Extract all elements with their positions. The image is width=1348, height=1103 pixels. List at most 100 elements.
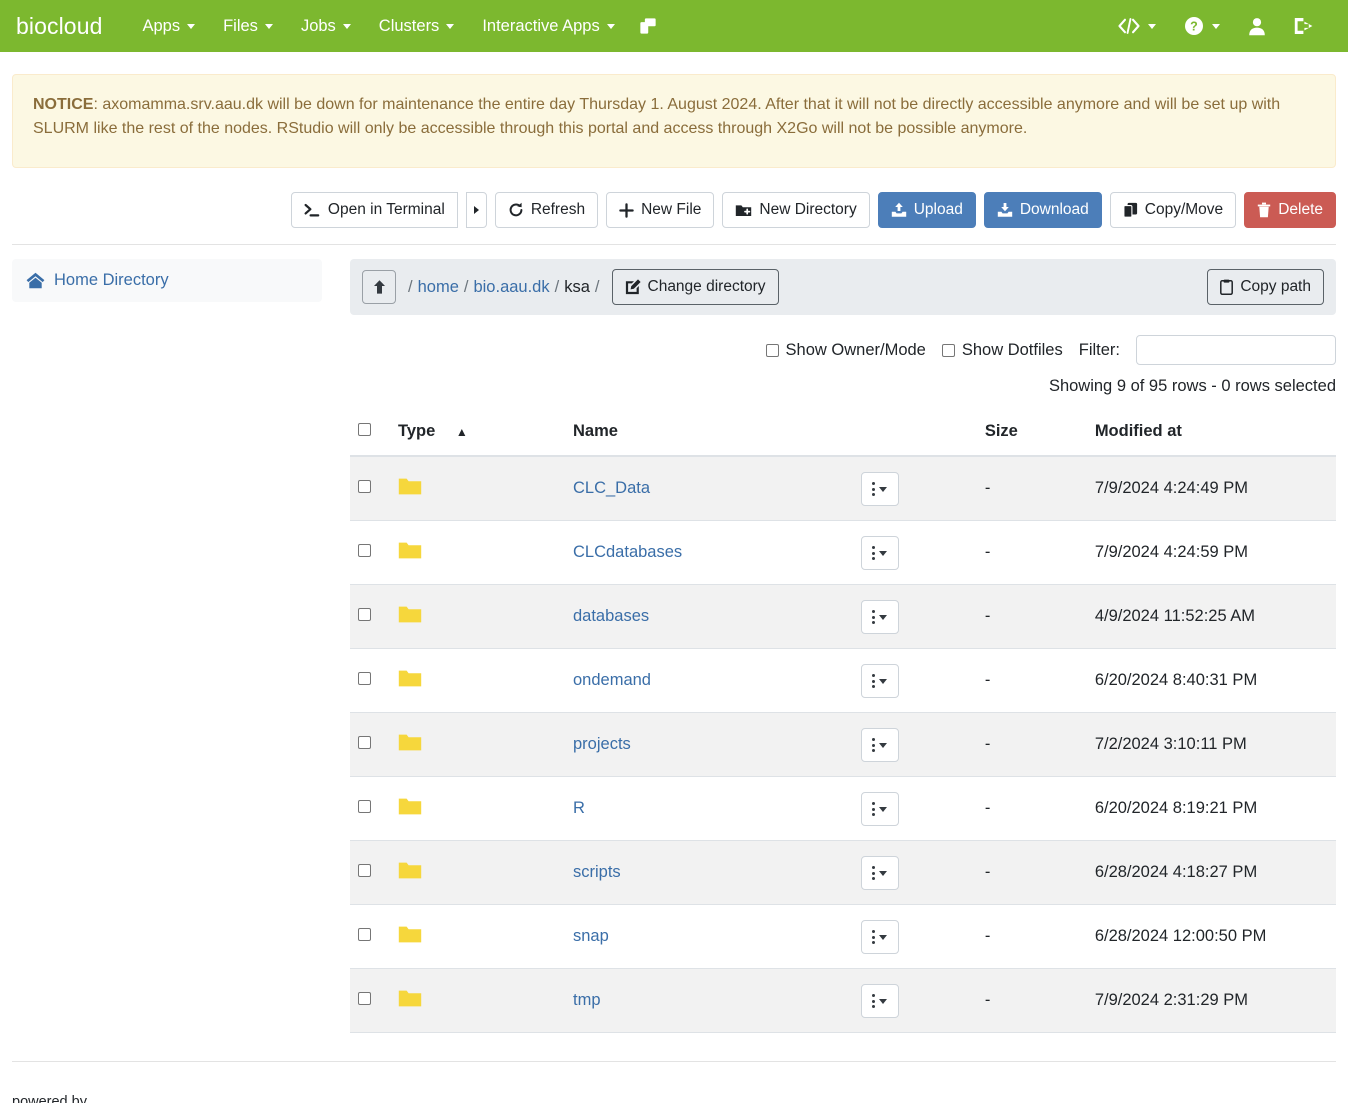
row-select-cell [350, 905, 390, 969]
table-row[interactable]: CLCdatabases-7/9/2024 4:24:59 PM [350, 521, 1336, 585]
nav-label-interactive-apps: Interactive Apps [482, 17, 599, 36]
brand-logo[interactable]: biocloud [16, 15, 102, 38]
kebab-menu-icon [872, 610, 875, 624]
row-actions-button[interactable] [861, 600, 899, 634]
nav-item-jobs[interactable]: Jobs [287, 9, 365, 44]
delete-button[interactable]: Delete [1244, 192, 1336, 228]
notice-text: : axomamma.srv.aau.dk will be down for m… [33, 96, 1280, 137]
file-table-head: Type ▲ Name Size Modified at [350, 412, 1336, 456]
notice-label: NOTICE [33, 96, 93, 113]
open-in-terminal-group: Open in Terminal [283, 192, 487, 228]
new-file-button[interactable]: New File [606, 192, 714, 228]
table-row[interactable]: projects-7/2/2024 3:10:11 PM [350, 713, 1336, 777]
header-type[interactable]: Type ▲ [390, 412, 565, 456]
copy-icon [1123, 202, 1138, 218]
header-size-label: Size [985, 422, 1018, 440]
file-name-link[interactable]: CLCdatabases [573, 543, 682, 561]
download-button[interactable]: Download [984, 192, 1102, 228]
change-directory-button[interactable]: Change directory [612, 269, 779, 305]
open-in-terminal-button[interactable]: Open in Terminal [291, 192, 458, 228]
row-actions-button[interactable] [861, 536, 899, 570]
table-row[interactable]: scripts-6/28/2024 4:18:27 PM [350, 841, 1336, 905]
refresh-button[interactable]: Refresh [495, 192, 598, 228]
copy-move-label: Copy/Move [1145, 202, 1223, 218]
file-name-link[interactable]: projects [573, 735, 631, 753]
nav-item-my-sessions[interactable] [629, 9, 667, 43]
show-owner-mode-toggle[interactable]: Show Owner/Mode [766, 341, 926, 360]
help-menu-button[interactable]: ? [1174, 8, 1230, 44]
file-name-link[interactable]: CLC_Data [573, 479, 650, 497]
row-actions-button[interactable] [861, 984, 899, 1018]
folder-icon [398, 861, 422, 880]
show-owner-mode-checkbox[interactable] [766, 344, 779, 357]
select-all-checkbox[interactable] [358, 423, 371, 436]
row-select-checkbox[interactable] [358, 672, 371, 685]
row-actions-button[interactable] [861, 472, 899, 506]
copy-path-button[interactable]: Copy path [1207, 269, 1324, 305]
table-row[interactable]: CLC_Data-7/9/2024 4:24:49 PM [350, 456, 1336, 521]
logout-button[interactable] [1284, 9, 1324, 43]
user-menu-button[interactable] [1238, 9, 1276, 44]
row-actions-button[interactable] [861, 856, 899, 890]
breadcrumb-link-bio-aau-dk[interactable]: bio.aau.dk [473, 278, 549, 297]
nav-item-files[interactable]: Files [209, 9, 287, 44]
table-row[interactable]: ondemand-6/20/2024 8:40:31 PM [350, 649, 1336, 713]
nav-item-apps[interactable]: Apps [128, 9, 209, 44]
filter-input[interactable] [1136, 335, 1336, 365]
chevron-down-icon [879, 999, 887, 1004]
table-row[interactable]: snap-6/28/2024 12:00:50 PM [350, 905, 1336, 969]
show-dotfiles-toggle[interactable]: Show Dotfiles [942, 341, 1063, 360]
row-actions-cell [853, 456, 977, 521]
file-name-link[interactable]: tmp [573, 991, 601, 1009]
row-modified-cell: 7/9/2024 4:24:59 PM [1087, 521, 1336, 585]
folder-icon [398, 989, 422, 1008]
row-select-checkbox[interactable] [358, 992, 371, 1005]
show-dotfiles-checkbox[interactable] [942, 344, 955, 357]
page-footer: powered by OPEN nDemand OnDemand version… [12, 1061, 1336, 1103]
header-name[interactable]: Name [565, 412, 977, 456]
develop-menu-button[interactable] [1108, 9, 1166, 43]
kebab-menu-icon [872, 994, 875, 1008]
file-name-link[interactable]: ondemand [573, 671, 651, 689]
row-select-checkbox[interactable] [358, 736, 371, 749]
header-select-all [350, 412, 390, 456]
sidebar-item-home-directory[interactable]: Home Directory [12, 259, 322, 302]
folder-plus-icon [735, 203, 752, 218]
row-select-checkbox[interactable] [358, 928, 371, 941]
row-actions-button[interactable] [861, 920, 899, 954]
upload-button[interactable]: Upload [878, 192, 976, 228]
chevron-down-icon [879, 807, 887, 812]
chevron-down-icon [1212, 24, 1220, 29]
row-select-checkbox[interactable] [358, 864, 371, 877]
nav-item-clusters[interactable]: Clusters [365, 9, 469, 44]
header-size[interactable]: Size [977, 412, 1087, 456]
file-name-link[interactable]: databases [573, 607, 649, 625]
row-type-cell [390, 649, 565, 713]
go-up-button[interactable] [362, 270, 396, 304]
file-name-link[interactable]: R [573, 799, 585, 817]
row-actions-button[interactable] [861, 664, 899, 698]
new-directory-button[interactable]: New Directory [722, 192, 869, 228]
breadcrumb-link-home[interactable]: home [418, 278, 459, 297]
file-name-link[interactable]: scripts [573, 863, 621, 881]
open-in-terminal-dropdown-button[interactable] [466, 192, 487, 228]
chevron-down-icon [879, 871, 887, 876]
file-name-link[interactable]: snap [573, 927, 609, 945]
table-row[interactable]: R-6/20/2024 8:19:21 PM [350, 777, 1336, 841]
row-modified-cell: 6/28/2024 4:18:27 PM [1087, 841, 1336, 905]
row-select-checkbox[interactable] [358, 544, 371, 557]
caret-right-icon [474, 206, 479, 214]
row-select-checkbox[interactable] [358, 800, 371, 813]
row-select-checkbox[interactable] [358, 480, 371, 493]
nav-label-apps: Apps [142, 17, 180, 36]
row-select-checkbox[interactable] [358, 608, 371, 621]
nav-item-interactive-apps[interactable]: Interactive Apps [468, 9, 628, 44]
table-row[interactable]: databases-4/9/2024 11:52:25 AM [350, 585, 1336, 649]
chevron-down-icon [1148, 24, 1156, 29]
header-modified[interactable]: Modified at [1087, 412, 1336, 456]
table-row[interactable]: tmp-7/9/2024 2:31:29 PM [350, 969, 1336, 1033]
copy-move-button[interactable]: Copy/Move [1110, 192, 1236, 228]
row-actions-button[interactable] [861, 728, 899, 762]
breadcrumb-bar: / home / bio.aau.dk / ksa / Change direc… [350, 259, 1336, 315]
row-actions-button[interactable] [861, 792, 899, 826]
